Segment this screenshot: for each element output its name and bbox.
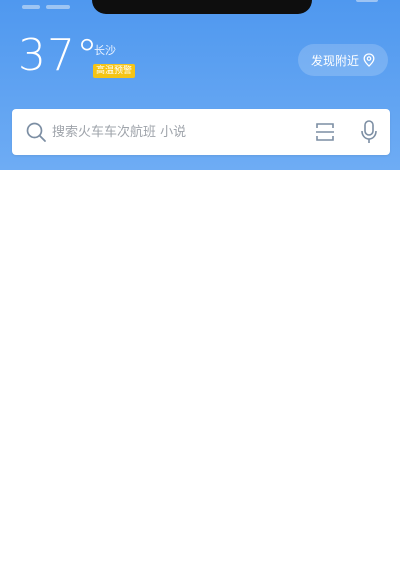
device-notch: [92, 0, 312, 14]
scan-icon[interactable]: [314, 121, 336, 143]
search-bar[interactable]: [12, 109, 390, 155]
status-bar-left: [22, 0, 82, 9]
search-icon: [26, 122, 46, 142]
temperature-value: 37°: [18, 30, 99, 81]
status-bar-right: [356, 0, 378, 2]
city-name[interactable]: 长沙: [94, 42, 116, 58]
search-input[interactable]: [52, 109, 302, 155]
weather-header: 37° 长沙 高温预警 发现附近: [0, 0, 400, 170]
home-screen: 37° 长沙 高温预警 发现附近: [0, 0, 400, 571]
discover-nearby-button[interactable]: 发现附近: [298, 44, 388, 76]
location-pin-icon: [363, 53, 375, 67]
microphone-icon[interactable]: [358, 119, 380, 145]
content-area: [0, 170, 400, 571]
weather-alert-badge[interactable]: 高温预警: [93, 64, 136, 78]
discover-nearby-label: 发现附近: [310, 53, 359, 68]
